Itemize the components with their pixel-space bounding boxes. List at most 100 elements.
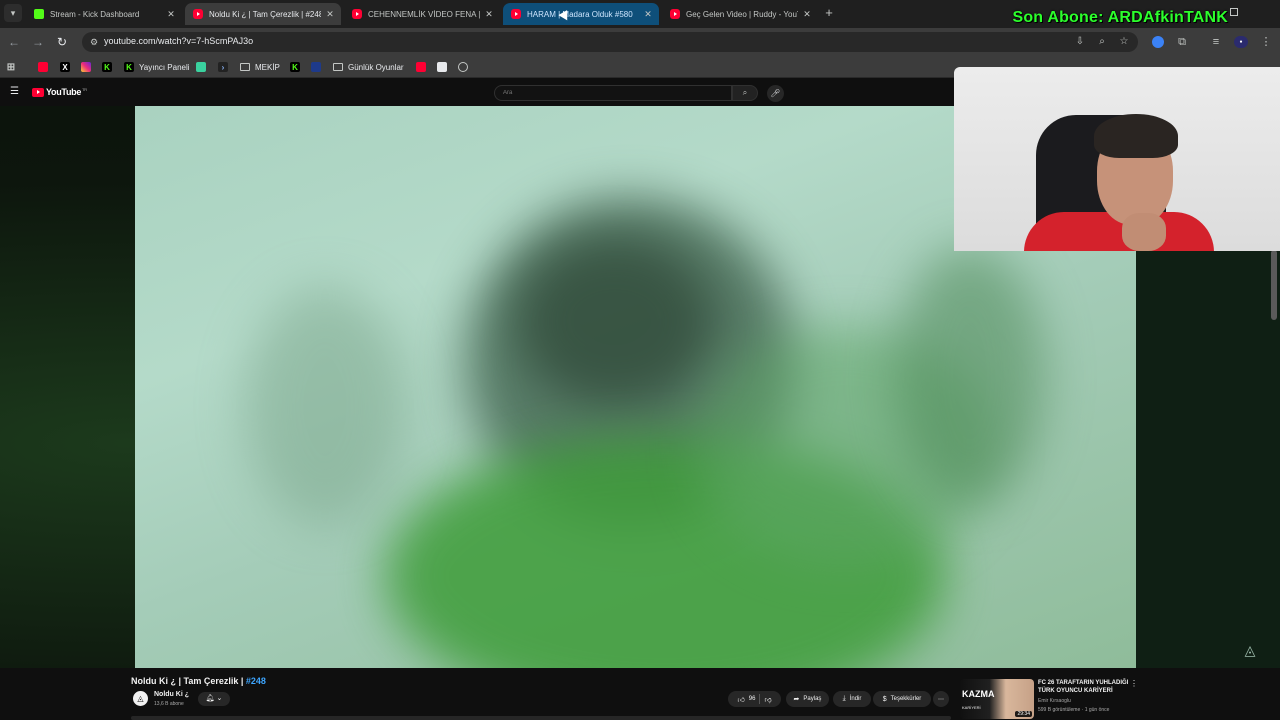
dislike-icon[interactable]: 👎︎ bbox=[764, 695, 771, 704]
image-icon bbox=[437, 62, 447, 72]
youtube-logo-text: YouTube bbox=[46, 87, 82, 97]
kebab-menu-icon[interactable]: ⋮ bbox=[1258, 34, 1274, 50]
thanks-button[interactable]: $ Teşekkürler bbox=[873, 691, 931, 707]
youtube-logo[interactable]: YouTube TR bbox=[32, 87, 87, 97]
extension-blue-icon[interactable] bbox=[1152, 36, 1164, 48]
teal-app-icon bbox=[196, 62, 206, 72]
tab-cehennemlik[interactable]: CEHENNEMLİK VİDEO FENA | Ic ✕ bbox=[344, 3, 500, 25]
bookmark-kick-2[interactable]: K bbox=[290, 60, 305, 74]
tab-gec-gelen-video[interactable]: Geç Gelen Video | Ruddy - YouT ✕ bbox=[662, 3, 818, 25]
bookmark-youtube[interactable] bbox=[38, 60, 53, 74]
more-actions-button[interactable]: ⋯ bbox=[933, 691, 949, 707]
bookmark-label: Günlük Oyunlar bbox=[348, 62, 404, 72]
bookmark-kick[interactable]: K bbox=[102, 60, 117, 74]
tab-search-dropdown-icon[interactable]: ▾ bbox=[4, 4, 22, 22]
close-icon[interactable]: ✕ bbox=[643, 9, 653, 20]
video-duration: 29:34 bbox=[1015, 711, 1032, 717]
video-blur-figure bbox=[245, 286, 405, 526]
tab-title: CEHENNEMLİK VİDEO FENA | Ic bbox=[368, 9, 480, 19]
new-tab-button[interactable]: + bbox=[822, 5, 836, 21]
tab-title: Geç Gelen Video | Ruddy - YouT bbox=[686, 9, 798, 19]
window-restore-icon[interactable] bbox=[1230, 8, 1238, 16]
bookmark-instagram[interactable] bbox=[81, 60, 96, 74]
webcam-hand bbox=[1122, 213, 1166, 251]
recommended-video-channel[interactable]: Emir Kırsaoglu bbox=[1038, 698, 1071, 704]
install-app-icon[interactable]: ⇩ bbox=[1074, 36, 1086, 48]
thanks-label: Teşekkürler bbox=[890, 696, 922, 702]
kick-icon: K bbox=[124, 62, 134, 72]
channel-subscribers: 13,6 B abone bbox=[154, 701, 184, 707]
recommended-video-thumbnail[interactable]: KAZMA KARİYERİ 29:34 bbox=[960, 679, 1034, 719]
channel-watermark-icon[interactable]: ◬ bbox=[1242, 642, 1258, 658]
screen: ▾ Stream - Kick Dashboard ✕ Noldu Ki ¿ |… bbox=[0, 0, 1280, 720]
channel-name[interactable]: Noldu Ki ¿ bbox=[154, 691, 189, 698]
hamburger-menu-icon[interactable]: ☰ bbox=[10, 87, 20, 97]
tab-noldu-ki[interactable]: Noldu Ki ¿ | Tam Çerezlik | #248 ✕ bbox=[185, 3, 341, 25]
zoom-icon[interactable]: ⌕ bbox=[1096, 36, 1108, 48]
folder-icon bbox=[333, 63, 343, 71]
bookmark-blue-app[interactable] bbox=[311, 60, 326, 74]
folder-icon bbox=[240, 63, 250, 71]
youtube-icon bbox=[416, 62, 426, 72]
search-icon: ⌕ bbox=[742, 88, 748, 97]
episode-hashtag[interactable]: #248 bbox=[246, 676, 266, 686]
notification-bell-button[interactable]: 🔔︎ ⌄ bbox=[198, 692, 230, 706]
like-dislike-group: 👍︎ 96 👎︎ bbox=[728, 691, 781, 707]
region-code: TR bbox=[82, 87, 87, 92]
video-blur-figure bbox=[895, 246, 1045, 506]
bookmark-folder-mekip[interactable]: MEKİP bbox=[240, 60, 280, 74]
bookmark-globe[interactable] bbox=[458, 60, 473, 74]
like-count[interactable]: 96 bbox=[749, 696, 756, 702]
bell-icon: 🔔︎ bbox=[205, 695, 215, 702]
address-bar[interactable]: ⚙ youtube.com/watch?v=7-hScmPAJ3o ⇩ ⌕ ☆ bbox=[82, 32, 1138, 52]
more-horizontal-icon: ⋯ bbox=[938, 696, 944, 703]
site-info-icon[interactable]: ⚙ bbox=[88, 36, 100, 48]
extensions-puzzle-icon[interactable]: ⧉ bbox=[1174, 34, 1190, 50]
bookmark-yayinci-paneli[interactable]: K Yayıncı Paneli bbox=[124, 60, 190, 74]
reload-icon[interactable]: ↻ bbox=[54, 34, 70, 50]
page-scrollbar[interactable] bbox=[1271, 250, 1277, 320]
close-icon[interactable]: ✕ bbox=[484, 9, 494, 20]
chevron-down-icon: ⌄ bbox=[216, 695, 223, 702]
voice-search-button[interactable]: 🎤︎ bbox=[767, 85, 784, 102]
bookmark-folder-gunluk-oyunlar[interactable]: Günlük Oyunlar bbox=[333, 60, 404, 74]
bookmark-teal-app[interactable] bbox=[196, 60, 211, 74]
bookmark-terminal[interactable]: › bbox=[218, 60, 233, 74]
kebab-menu-icon[interactable]: ⋮ bbox=[1130, 679, 1138, 689]
share-button[interactable]: ➦ Paylaş bbox=[786, 691, 829, 707]
bookmark-apps[interactable]: ⊞ bbox=[6, 60, 21, 74]
video-title-text: Noldu Ki ¿ | Tam Çerezlik | bbox=[131, 676, 244, 686]
recommended-video-meta: 599 B görüntüleme · 1 gün önce bbox=[1038, 707, 1110, 713]
youtube-icon bbox=[38, 62, 48, 72]
download-button[interactable]: ⤓ İndir bbox=[833, 691, 871, 707]
horizontal-scrollbar[interactable] bbox=[131, 716, 951, 720]
bookmark-x[interactable]: X bbox=[60, 60, 75, 74]
share-icon: ➦ bbox=[793, 696, 800, 703]
youtube-icon bbox=[352, 9, 362, 19]
bookmark-star-icon[interactable]: ☆ bbox=[1118, 36, 1130, 48]
search-input[interactable] bbox=[503, 88, 723, 98]
last-subscriber-overlay: Son Abone: ARDAfkinTANK bbox=[1012, 9, 1228, 26]
url-text[interactable]: youtube.com/watch?v=7-hScmPAJ3o bbox=[104, 36, 253, 46]
tab-kick-dashboard[interactable]: Stream - Kick Dashboard ✕ bbox=[26, 3, 182, 25]
bookmark-youtube-2[interactable] bbox=[416, 60, 431, 74]
thumbnail-subtext: KARİYERİ bbox=[962, 705, 981, 710]
forward-arrow-icon[interactable]: → bbox=[30, 34, 46, 50]
search-button[interactable]: ⌕ bbox=[732, 85, 758, 101]
close-icon[interactable]: ✕ bbox=[166, 9, 176, 20]
globe-icon bbox=[458, 62, 468, 72]
media-controls-icon[interactable]: ≡ bbox=[1208, 34, 1224, 50]
divider bbox=[759, 694, 761, 704]
bookmark-image[interactable] bbox=[437, 60, 452, 74]
close-icon[interactable]: ✕ bbox=[325, 9, 335, 20]
like-icon[interactable]: 👍︎ bbox=[737, 695, 744, 704]
tab-haram[interactable]: HARAM | Madara Olduk #580 ✕ bbox=[503, 3, 659, 25]
profile-avatar[interactable]: ● bbox=[1234, 36, 1248, 48]
secondary-column bbox=[1136, 250, 1280, 668]
back-arrow-icon[interactable]: ← bbox=[6, 34, 22, 50]
channel-avatar[interactable]: ◬ bbox=[133, 691, 148, 706]
youtube-icon bbox=[193, 9, 203, 19]
tab-title: Noldu Ki ¿ | Tam Çerezlik | #248 bbox=[209, 9, 321, 19]
close-icon[interactable]: ✕ bbox=[802, 9, 812, 20]
recommended-video-title[interactable]: FC 26 TARAFTARIN YUHLADIĞI TÜRK OYUNCU K… bbox=[1038, 679, 1130, 695]
